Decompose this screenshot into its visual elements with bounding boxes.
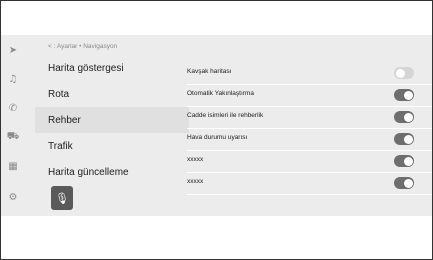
menu-item-harita-gostergesi[interactable]: Harita göstergesi bbox=[35, 55, 189, 81]
setting-row[interactable]: xxxxx bbox=[187, 173, 432, 195]
music-note-icon[interactable]: ♫ bbox=[1, 69, 25, 89]
side-rail: ➤ ♫ ✆ ⛟ ▦ ⚙ bbox=[1, 35, 25, 216]
setting-label: Kavşak haritası bbox=[187, 68, 232, 75]
toggle-knob bbox=[403, 156, 413, 166]
setting-row[interactable]: xxxxx bbox=[187, 151, 432, 173]
toggle-switch[interactable] bbox=[394, 89, 414, 101]
toggle-switch[interactable] bbox=[394, 155, 414, 167]
settings-gear-icon[interactable]: ⚙ bbox=[1, 187, 25, 207]
setting-row[interactable]: Otomatik Yakınlaştırma bbox=[187, 85, 432, 107]
menu-item-rota[interactable]: Rota bbox=[35, 81, 189, 107]
toggle-knob bbox=[395, 68, 405, 78]
setting-row[interactable]: Kavşak haritası bbox=[187, 63, 432, 85]
menu-item-trafik[interactable]: Trafik bbox=[35, 133, 189, 159]
phone-icon[interactable]: ✆ bbox=[1, 98, 25, 118]
toggle-switch[interactable] bbox=[394, 177, 414, 189]
setting-row[interactable]: Hava durumu uyarısı bbox=[187, 129, 432, 151]
toggle-knob bbox=[403, 112, 413, 122]
setting-label: xxxxx bbox=[187, 156, 204, 163]
microphone-icon[interactable]: 🎙 bbox=[51, 186, 73, 210]
breadcrumb[interactable]: < : Ayarlar • Navigasyon bbox=[48, 43, 117, 50]
navigation-settings-screen: ➤ ♫ ✆ ⛟ ▦ ⚙ < : Ayarlar • Navigasyon Har… bbox=[1, 35, 432, 216]
setting-label: xxxxx bbox=[187, 178, 204, 185]
toggle-switch[interactable] bbox=[394, 111, 414, 123]
menu-item-rehber[interactable]: Rehber bbox=[35, 107, 189, 133]
navigation-arrow-icon[interactable]: ➤ bbox=[1, 40, 25, 60]
apps-grid-icon[interactable]: ▦ bbox=[1, 156, 25, 176]
toggle-switch[interactable] bbox=[394, 67, 414, 79]
toggle-knob bbox=[403, 90, 413, 100]
toggle-switch[interactable] bbox=[394, 133, 414, 145]
setting-row[interactable]: Cadde isimleri ile rehberlik bbox=[187, 107, 432, 129]
toggle-knob bbox=[403, 134, 413, 144]
setting-label: Hava durumu uyarısı bbox=[187, 134, 248, 141]
car-icon[interactable]: ⛟ bbox=[1, 127, 25, 147]
toggle-knob bbox=[403, 178, 413, 188]
setting-label: Cadde isimleri ile rehberlik bbox=[187, 112, 264, 119]
setting-label: Otomatik Yakınlaştırma bbox=[187, 90, 254, 97]
menu-item-harita-guncelleme[interactable]: Harita güncelleme bbox=[35, 159, 189, 185]
